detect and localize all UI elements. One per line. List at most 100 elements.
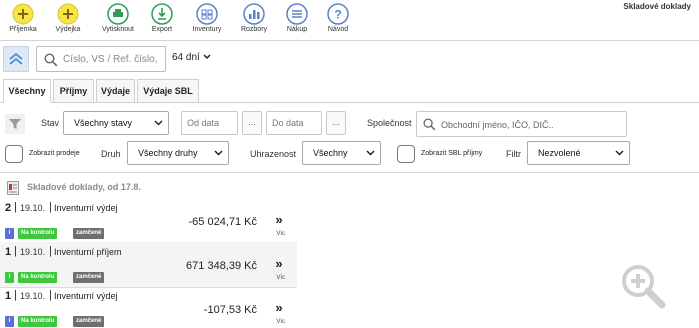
company-field xyxy=(416,111,627,137)
chevron-down-icon xyxy=(615,150,624,156)
inventory-icon xyxy=(196,3,218,25)
item-title: Inventurní výdej xyxy=(54,291,118,301)
item-count: 2 xyxy=(5,202,12,214)
zobrazit-sbl-checkbox[interactable] xyxy=(397,145,415,163)
list-item[interactable]: 1 | 19.10. | Inventurní výdej -107,53 Kč… xyxy=(0,286,297,328)
more-chevron-icon[interactable]: » xyxy=(272,301,286,314)
export-button[interactable]: Export xyxy=(140,3,184,33)
date-from-picker-button[interactable]: ... xyxy=(242,111,262,135)
more-chevron-icon[interactable]: » xyxy=(272,213,286,226)
item-date: 19.10. xyxy=(20,247,46,257)
menu-lines-icon xyxy=(286,3,308,25)
item-amount: 671 348,39 Kč xyxy=(186,260,257,272)
more-label: Víc xyxy=(276,231,285,237)
item-amount: -65 024,71 Kč xyxy=(188,216,258,228)
nakup-button[interactable]: Nákup xyxy=(275,3,319,33)
type-badge: I xyxy=(5,316,14,327)
item-count: 1 xyxy=(5,290,12,302)
stav-label: Stav xyxy=(41,118,60,128)
filtr-label: Filtr xyxy=(506,149,521,159)
bar-chart-icon xyxy=(243,3,265,25)
zobrazit-prodeje-label: Zobrazit prodeje xyxy=(29,150,80,157)
status-badge-kontrola: Na kontrolu xyxy=(18,272,58,283)
item-title: Inventurní výdej xyxy=(54,203,118,213)
item-separator: | xyxy=(14,289,17,301)
printer-icon xyxy=(107,3,129,25)
druh-select[interactable]: Všechny druhy xyxy=(127,141,229,165)
search-field xyxy=(36,46,166,72)
chevron-down-icon xyxy=(203,54,211,60)
type-badge: I xyxy=(5,272,14,283)
divider xyxy=(0,172,699,173)
item-separator: | xyxy=(14,245,17,257)
zobrazit-sbl-label: Zobrazit SBL příjmy xyxy=(421,150,483,157)
search-input[interactable] xyxy=(63,51,163,67)
prijemka-label: Příjemka xyxy=(9,26,37,33)
type-badge: I xyxy=(5,228,14,239)
rozbory-label: Rozbory xyxy=(240,26,268,33)
uhrazenost-select[interactable]: Všechny xyxy=(302,141,381,165)
item-separator: | xyxy=(49,201,52,213)
navod-button[interactable]: ? Návod xyxy=(316,3,360,33)
item-date: 19.10. xyxy=(20,291,46,301)
uhrazenost-label: Uhrazenost xyxy=(250,149,297,159)
list-item[interactable]: 2 | 19.10. | Inventurní výdej -65 024,71… xyxy=(0,198,297,244)
status-badge-zamcene: zamčené xyxy=(73,228,105,239)
funnel-icon xyxy=(9,119,21,129)
question-icon: ? xyxy=(327,3,349,25)
collapse-filters-button[interactable] xyxy=(3,46,29,72)
druh-label: Druh xyxy=(101,149,121,159)
stav-select[interactable]: Všechny stavy xyxy=(63,111,169,135)
more-label: Víc xyxy=(276,275,285,281)
vydejka-label: Výdejka xyxy=(55,26,81,33)
item-title: Inventurní příjem xyxy=(54,247,122,257)
stav-value: Všechny stavy xyxy=(74,118,133,128)
toolbar: Příjemka Výdejka Vytisknout Export Inven… xyxy=(0,0,699,41)
inventury-button[interactable]: Inventury xyxy=(185,3,229,33)
date-to-picker-button[interactable]: ... xyxy=(326,111,346,135)
search-icon xyxy=(44,53,58,67)
zobrazit-prodeje-checkbox[interactable] xyxy=(5,145,23,163)
tab-prijmy[interactable]: Příjmy xyxy=(53,79,94,103)
filter-icon[interactable] xyxy=(5,114,25,134)
vytisknout-button[interactable]: Vytisknout xyxy=(96,3,140,33)
export-label: Export xyxy=(151,26,173,33)
item-separator: | xyxy=(49,289,52,301)
svg-text:?: ? xyxy=(334,8,341,22)
company-input[interactable] xyxy=(441,117,621,132)
tab-vydaje-sbl[interactable]: Výdaje SBL xyxy=(137,79,199,103)
filtr-select[interactable]: Nezvolené xyxy=(527,141,630,165)
chevron-down-icon xyxy=(366,150,375,156)
item-separator: | xyxy=(14,201,17,213)
page-title: Skladové doklady xyxy=(623,2,691,11)
tab-vydaje[interactable]: Výdaje xyxy=(96,79,135,103)
tab-vsechny[interactable]: Všechny xyxy=(3,79,51,103)
vydejka-button[interactable]: Výdejka xyxy=(46,3,90,33)
date-from-field xyxy=(181,111,238,135)
prijemka-button[interactable]: Příjemka xyxy=(1,3,45,33)
uhrazenost-value: Všechny xyxy=(313,148,348,158)
chevron-down-icon xyxy=(154,120,163,126)
list-item[interactable]: 1 | 19.10. | Inventurní příjem 671 348,3… xyxy=(0,242,297,288)
item-count: 1 xyxy=(5,246,12,258)
document-icon xyxy=(7,181,19,195)
rozbory-button[interactable]: Rozbory xyxy=(232,3,276,33)
status-badge-zamcene: zamčené xyxy=(73,272,105,283)
plus-circle-icon xyxy=(57,3,79,25)
days-value: 64 dní xyxy=(172,52,200,63)
item-date: 19.10. xyxy=(20,203,46,213)
days-select[interactable]: 64 dní xyxy=(172,52,211,63)
more-chevron-icon[interactable]: » xyxy=(272,257,286,270)
item-separator: | xyxy=(49,245,52,257)
item-amount: -107,53 Kč xyxy=(203,304,257,316)
zoom-in-icon[interactable] xyxy=(620,263,678,311)
date-to-input[interactable] xyxy=(267,112,321,134)
date-to-field xyxy=(266,111,322,135)
filtr-value: Nezvolené xyxy=(538,148,581,158)
chevron-down-icon xyxy=(214,150,223,156)
export-icon xyxy=(151,3,173,25)
more-label: Víc xyxy=(276,319,285,325)
date-from-input[interactable] xyxy=(182,112,237,134)
vytisknout-label: Vytisknout xyxy=(101,26,135,33)
status-badge-kontrola: Na kontrolu xyxy=(18,228,58,239)
